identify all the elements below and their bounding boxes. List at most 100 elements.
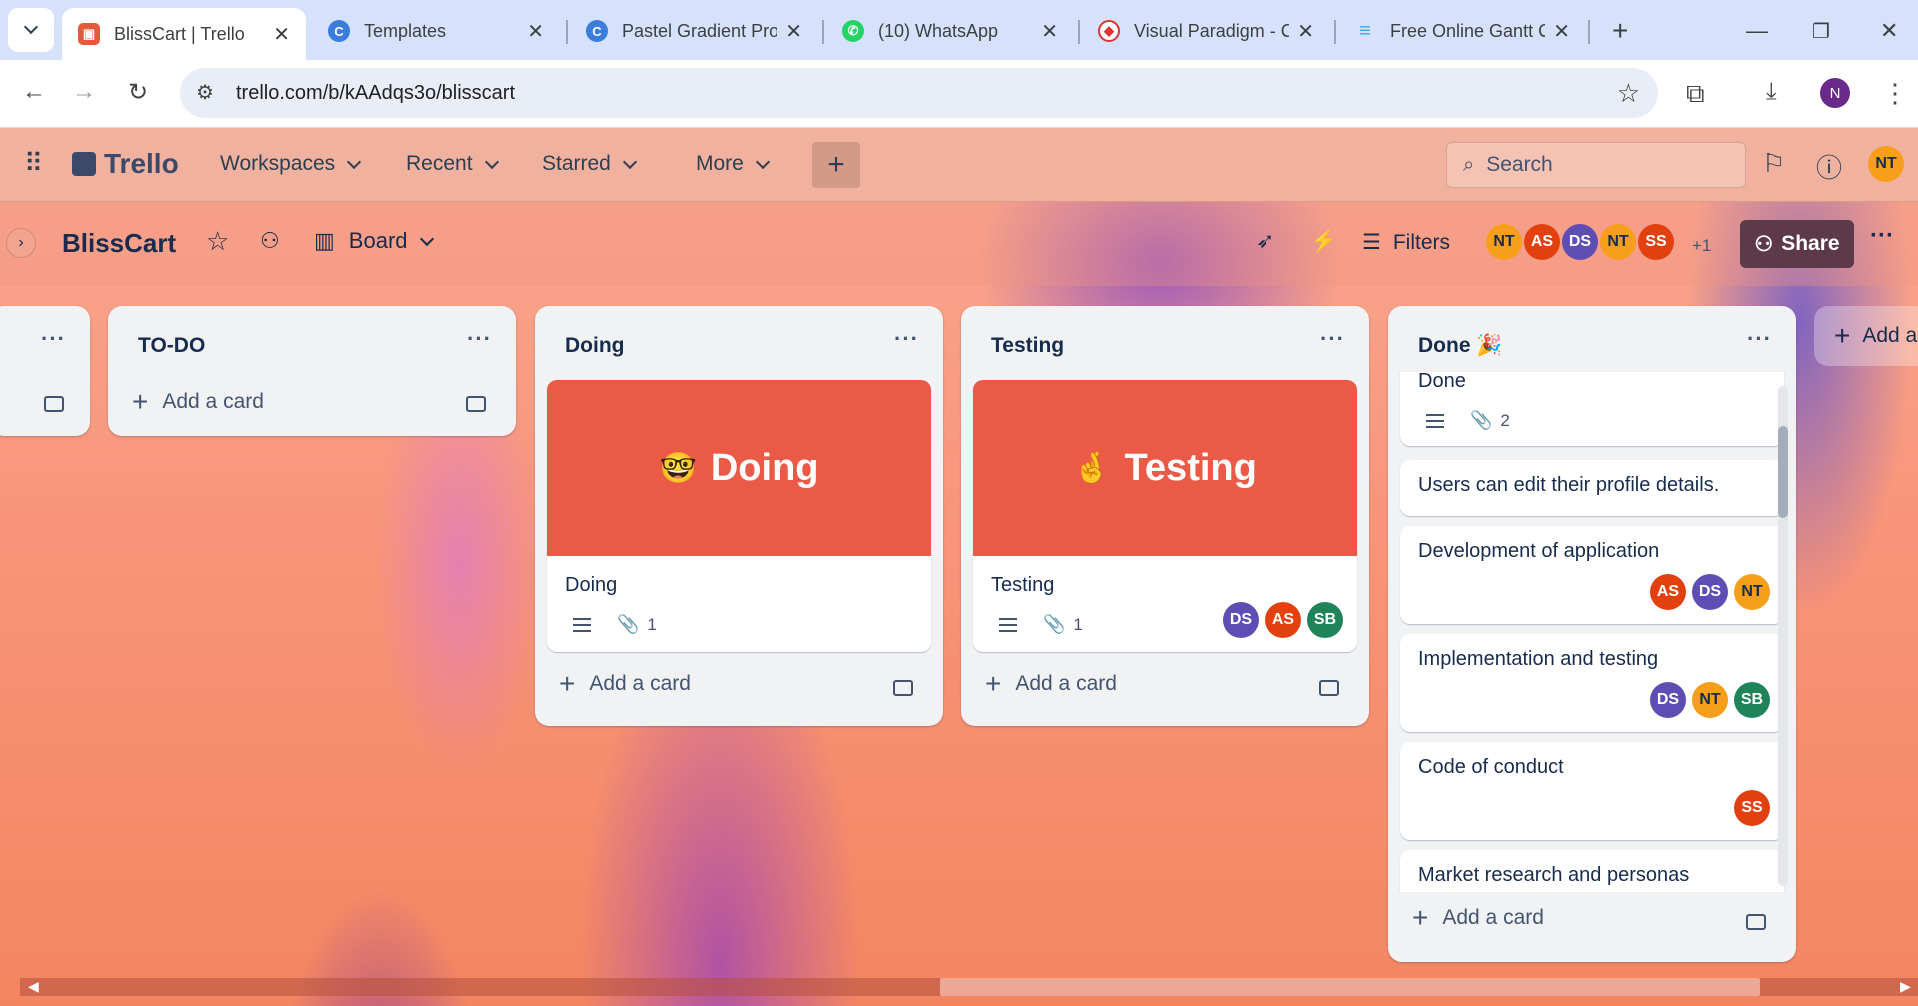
card-doing[interactable]: 🤓 Doing Doing 📎 1 <box>547 380 931 652</box>
list-title[interactable]: Testing <box>991 334 1064 358</box>
notifications-icon[interactable]: ⚐ <box>1762 148 1785 179</box>
tab-divider <box>822 20 824 44</box>
card-market-research[interactable]: Market research and personas <box>1400 850 1784 892</box>
minimize-button[interactable]: — <box>1730 10 1784 52</box>
board-view-switcher[interactable]: ▥ Board <box>314 228 434 254</box>
card-development[interactable]: Development of application AS DS NT <box>1400 526 1784 624</box>
help-icon[interactable]: ⓘ <box>1816 148 1842 185</box>
power-ups-icon[interactable]: ➶ <box>1256 228 1274 254</box>
member-avatar[interactable]: SS <box>1638 224 1674 260</box>
new-tab-button[interactable]: + <box>1596 10 1644 52</box>
close-icon[interactable]: ✕ <box>273 22 290 47</box>
template-icon[interactable] <box>1319 680 1339 696</box>
tab-gantt[interactable]: ≡ Free Online Gantt C ✕ <box>1338 10 1586 52</box>
member-avatar[interactable]: DS <box>1562 224 1598 260</box>
member-avatar[interactable]: SB <box>1307 602 1343 638</box>
member-avatar[interactable]: AS <box>1524 224 1560 260</box>
scroll-left-icon[interactable]: ◀ <box>28 978 39 995</box>
search-input[interactable]: ⌕ Search <box>1446 142 1746 188</box>
profile-avatar[interactable]: N <box>1820 78 1850 108</box>
list-scrollbar[interactable] <box>1778 386 1788 886</box>
list-title[interactable]: Done 🎉 <box>1418 334 1502 358</box>
member-avatar[interactable]: NT <box>1734 574 1770 610</box>
member-avatar[interactable]: NT <box>1486 224 1522 260</box>
add-card-button[interactable]: + Add a card <box>559 668 691 700</box>
more-members-count[interactable]: +1 <box>1692 236 1711 256</box>
close-window-button[interactable]: ✕ <box>1864 10 1914 52</box>
member-avatar[interactable]: NT <box>1692 682 1728 718</box>
visibility-icon[interactable]: ⚇ <box>260 228 280 254</box>
filters-button[interactable]: ☰ Filters <box>1362 230 1450 255</box>
close-icon[interactable]: ✕ <box>1041 19 1058 44</box>
expand-sidebar-button[interactable]: › <box>6 228 36 258</box>
card-code-of-conduct[interactable]: Code of conduct SS <box>1400 742 1784 840</box>
close-icon[interactable]: ✕ <box>1297 19 1314 44</box>
star-icon[interactable]: ☆ <box>1617 78 1640 109</box>
member-avatar[interactable]: SB <box>1734 682 1770 718</box>
nav-more[interactable]: More <box>696 152 770 176</box>
member-avatar[interactable]: NT <box>1600 224 1636 260</box>
template-icon[interactable] <box>1746 914 1766 930</box>
member-avatar[interactable]: AS <box>1265 602 1301 638</box>
board-members[interactable]: NT AS DS NT SS <box>1486 224 1674 260</box>
add-card-button[interactable]: + Add a card <box>1412 902 1544 934</box>
back-icon[interactable]: ← <box>22 78 46 106</box>
download-icon[interactable]: ⤓ <box>1766 78 1777 106</box>
user-avatar[interactable]: NT <box>1868 146 1904 182</box>
scroll-right-icon[interactable]: ▶ <box>1900 978 1911 995</box>
card-implementation[interactable]: Implementation and testing DS NT SB <box>1400 634 1784 732</box>
address-bar[interactable]: ⚙ trello.com/b/kAAdqs3o/blisscart ☆ <box>180 68 1658 118</box>
tab-templates[interactable]: C Templates ✕ <box>312 10 560 52</box>
add-card-button[interactable]: + Add a card <box>985 668 1117 700</box>
tab-title: Pastel Gradient Pro <box>622 20 778 41</box>
template-icon[interactable] <box>466 396 486 412</box>
list-menu-icon[interactable]: ··· <box>467 326 492 352</box>
star-board-icon[interactable]: ☆ <box>206 226 229 257</box>
tab-search-button[interactable] <box>8 8 54 52</box>
nav-recent[interactable]: Recent <box>406 152 499 176</box>
member-avatar[interactable]: SS <box>1734 790 1770 826</box>
site-settings-icon[interactable]: ⚙ <box>196 80 214 105</box>
share-button[interactable]: ⚇ Share <box>1740 220 1854 268</box>
nav-starred[interactable]: Starred <box>542 152 637 176</box>
board-title[interactable]: BlissCart <box>62 228 176 259</box>
member-avatar[interactable]: DS <box>1692 574 1728 610</box>
board-menu-icon[interactable]: ··· <box>1870 222 1894 250</box>
add-list-button[interactable]: + Add a <box>1814 306 1918 366</box>
template-icon[interactable] <box>893 680 913 696</box>
list-title[interactable]: TO-DO <box>138 334 205 358</box>
card-profile-details[interactable]: Users can edit their profile details. <box>1400 460 1784 516</box>
list-menu-icon[interactable]: ··· <box>1747 326 1772 352</box>
card-testing[interactable]: 🤞 Testing Testing 📎 1 DS AS SB <box>973 380 1357 652</box>
reload-icon[interactable]: ↻ <box>128 78 148 107</box>
create-button[interactable]: + <box>812 142 860 188</box>
automation-icon[interactable]: ⚡ <box>1310 228 1337 254</box>
close-icon[interactable]: ✕ <box>785 19 802 44</box>
tab-blisscart[interactable]: ▣ BlissCart | Trello ✕ <box>62 8 306 60</box>
extensions-icon[interactable]: ⧉ <box>1686 78 1705 110</box>
menu-icon[interactable]: ⋮ <box>1882 78 1908 109</box>
forward-icon[interactable]: → <box>72 78 96 106</box>
card-done[interactable]: Done 📎 2 <box>1400 372 1784 446</box>
trello-logo[interactable]: Trello <box>72 148 179 180</box>
attachment-count: 1 <box>1073 614 1083 634</box>
member-avatar[interactable]: DS <box>1223 602 1259 638</box>
tab-pastel-gradient[interactable]: C Pastel Gradient Pro ✕ <box>570 10 818 52</box>
nav-workspaces[interactable]: Workspaces <box>220 152 362 176</box>
member-avatar[interactable]: AS <box>1650 574 1686 610</box>
board-scrollbar-thumb[interactable] <box>940 978 1760 996</box>
tab-visual-paradigm[interactable]: ◆ Visual Paradigm - C ✕ <box>1082 10 1330 52</box>
list-menu-icon[interactable]: ··· <box>41 326 66 352</box>
list-menu-icon[interactable]: ··· <box>894 326 919 352</box>
list-title[interactable]: Doing <box>565 334 624 358</box>
close-icon[interactable]: ✕ <box>527 19 544 44</box>
app-switcher-icon[interactable]: ⠿ <box>24 148 43 179</box>
tab-whatsapp[interactable]: ✆ (10) WhatsApp ✕ <box>826 10 1074 52</box>
member-avatar[interactable]: DS <box>1650 682 1686 718</box>
add-card-button[interactable]: + Add a card <box>132 386 264 418</box>
template-icon[interactable] <box>44 396 64 412</box>
restore-button[interactable]: ❐ <box>1796 10 1846 52</box>
list-menu-icon[interactable]: ··· <box>1320 326 1345 352</box>
close-icon[interactable]: ✕ <box>1553 19 1570 44</box>
scrollbar-thumb[interactable] <box>1778 426 1788 518</box>
